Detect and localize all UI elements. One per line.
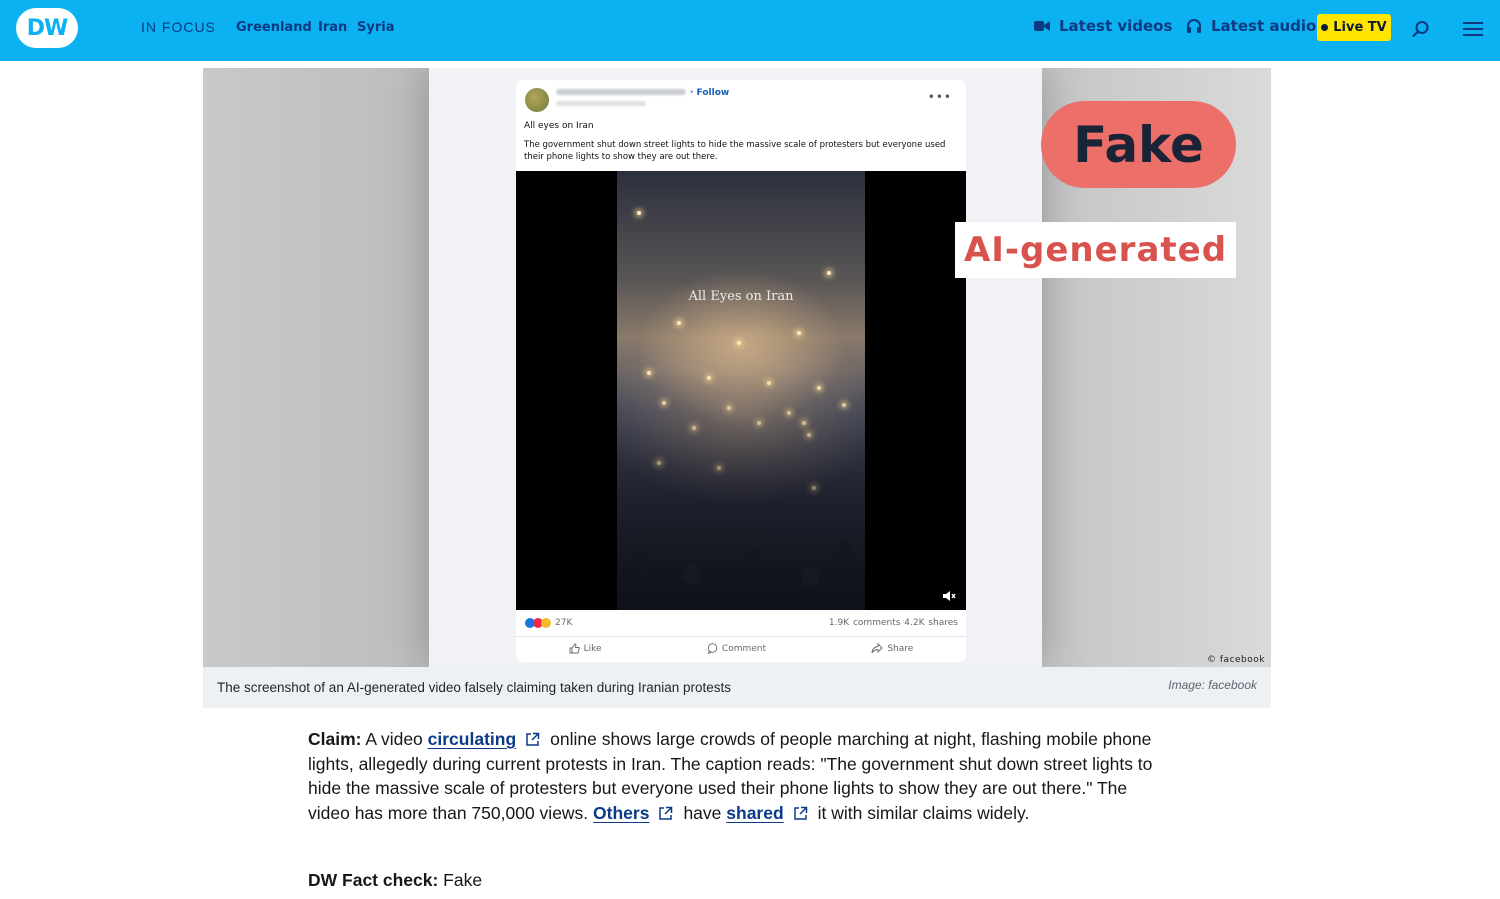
latest-videos-label: Latest videos bbox=[1059, 17, 1173, 35]
latest-videos-link[interactable]: Latest videos bbox=[1034, 17, 1172, 35]
in-focus-label: IN FOCUS bbox=[141, 19, 216, 35]
focus-link-syria[interactable]: Syria bbox=[357, 20, 394, 35]
comment-icon bbox=[707, 643, 718, 654]
post-comment-action: Comment bbox=[707, 643, 766, 654]
shared-link[interactable]: shared bbox=[726, 803, 783, 823]
hamburger-menu-icon bbox=[1463, 22, 1483, 36]
image-copyright: © facebook bbox=[1207, 655, 1265, 665]
live-tv-button[interactable]: Live TV bbox=[1317, 14, 1391, 41]
post-reactions: 27K bbox=[525, 618, 572, 628]
mute-icon bbox=[943, 591, 956, 601]
post-title: All eyes on Iran bbox=[524, 121, 594, 131]
thumbs-up-icon bbox=[569, 643, 580, 654]
external-link-icon bbox=[793, 806, 807, 820]
others-link[interactable]: Others bbox=[593, 803, 649, 823]
dw-logo-text: DW bbox=[26, 15, 69, 41]
share-arrow-icon bbox=[871, 643, 883, 654]
post-like-action: Like bbox=[569, 643, 602, 654]
post-video: All Eyes on Iran bbox=[516, 171, 966, 610]
figure-caption: The screenshot of an AI-generated video … bbox=[217, 680, 732, 695]
claim-text-1: A video bbox=[361, 729, 428, 749]
latest-audio-label: Latest audio bbox=[1211, 17, 1317, 35]
focus-link-greenland[interactable]: Greenland bbox=[236, 20, 312, 35]
reactions-count: 27K bbox=[555, 618, 573, 628]
claim-paragraph: Claim: A video circulating online shows l… bbox=[308, 727, 1168, 825]
screenshot-frame: · Follow ••• All eyes on Iran The govern… bbox=[429, 68, 1042, 667]
post-caption: The government shut down street lights t… bbox=[524, 140, 946, 162]
care-reaction-icon bbox=[541, 618, 551, 628]
video-camera-icon bbox=[1034, 21, 1050, 31]
image-credit: Image: facebook bbox=[1168, 678, 1257, 692]
post-avatar bbox=[525, 88, 549, 112]
latest-audio-link[interactable]: Latest audio bbox=[1186, 17, 1316, 35]
search-icon bbox=[1412, 21, 1429, 38]
verdict-label: DW Fact check: bbox=[308, 870, 439, 890]
post-share-action: Share bbox=[871, 643, 913, 654]
facebook-screenshot-image[interactable]: · Follow ••• All eyes on Iran The govern… bbox=[203, 68, 1271, 667]
post-comment-label: Comment bbox=[721, 643, 767, 654]
fake-label-badge: Fake bbox=[1041, 101, 1236, 188]
circulating-link[interactable]: circulating bbox=[428, 729, 517, 749]
blurred-post-date bbox=[556, 101, 646, 106]
ai-generated-label-badge: AI-generated bbox=[955, 222, 1236, 278]
external-link-icon bbox=[659, 806, 673, 820]
live-dot-icon bbox=[1321, 24, 1329, 31]
crowd-silhouettes bbox=[617, 368, 865, 610]
blurred-account-name bbox=[556, 89, 686, 95]
fact-check-verdict: DW Fact check: Fake bbox=[308, 870, 482, 891]
verdict-value: Fake bbox=[438, 870, 483, 890]
live-tv-label: Live TV bbox=[1333, 20, 1387, 35]
more-options-icon: ••• bbox=[927, 90, 952, 104]
post-like-label: Like bbox=[583, 643, 602, 654]
post-comment-share-counts: 1.9K comments 4.2K shares bbox=[828, 618, 958, 628]
menu-button[interactable] bbox=[1461, 17, 1485, 41]
post-share-label: Share bbox=[887, 643, 914, 654]
claim-text-4: it with similar claims widely. bbox=[817, 802, 1030, 823]
external-link-icon bbox=[526, 732, 540, 746]
search-button[interactable] bbox=[1409, 17, 1433, 41]
claim-label: Claim: bbox=[308, 729, 362, 749]
video-frame: All Eyes on Iran bbox=[617, 171, 865, 610]
headphones-icon bbox=[1187, 19, 1201, 33]
focus-link-iran[interactable]: Iran bbox=[318, 20, 347, 35]
dw-logo[interactable]: DW bbox=[16, 8, 78, 48]
claim-text-3: have bbox=[683, 802, 727, 823]
facebook-post: · Follow ••• All eyes on Iran The govern… bbox=[516, 80, 966, 662]
post-actions: Like Comment Share bbox=[516, 636, 966, 660]
video-overlay-text: All Eyes on Iran bbox=[688, 289, 794, 304]
top-navigation-bar: DW IN FOCUS Greenland Iran Syria Latest … bbox=[0, 0, 1500, 61]
post-follow-link: · Follow bbox=[690, 88, 730, 98]
article-figure: · Follow ••• All eyes on Iran The govern… bbox=[203, 68, 1271, 708]
